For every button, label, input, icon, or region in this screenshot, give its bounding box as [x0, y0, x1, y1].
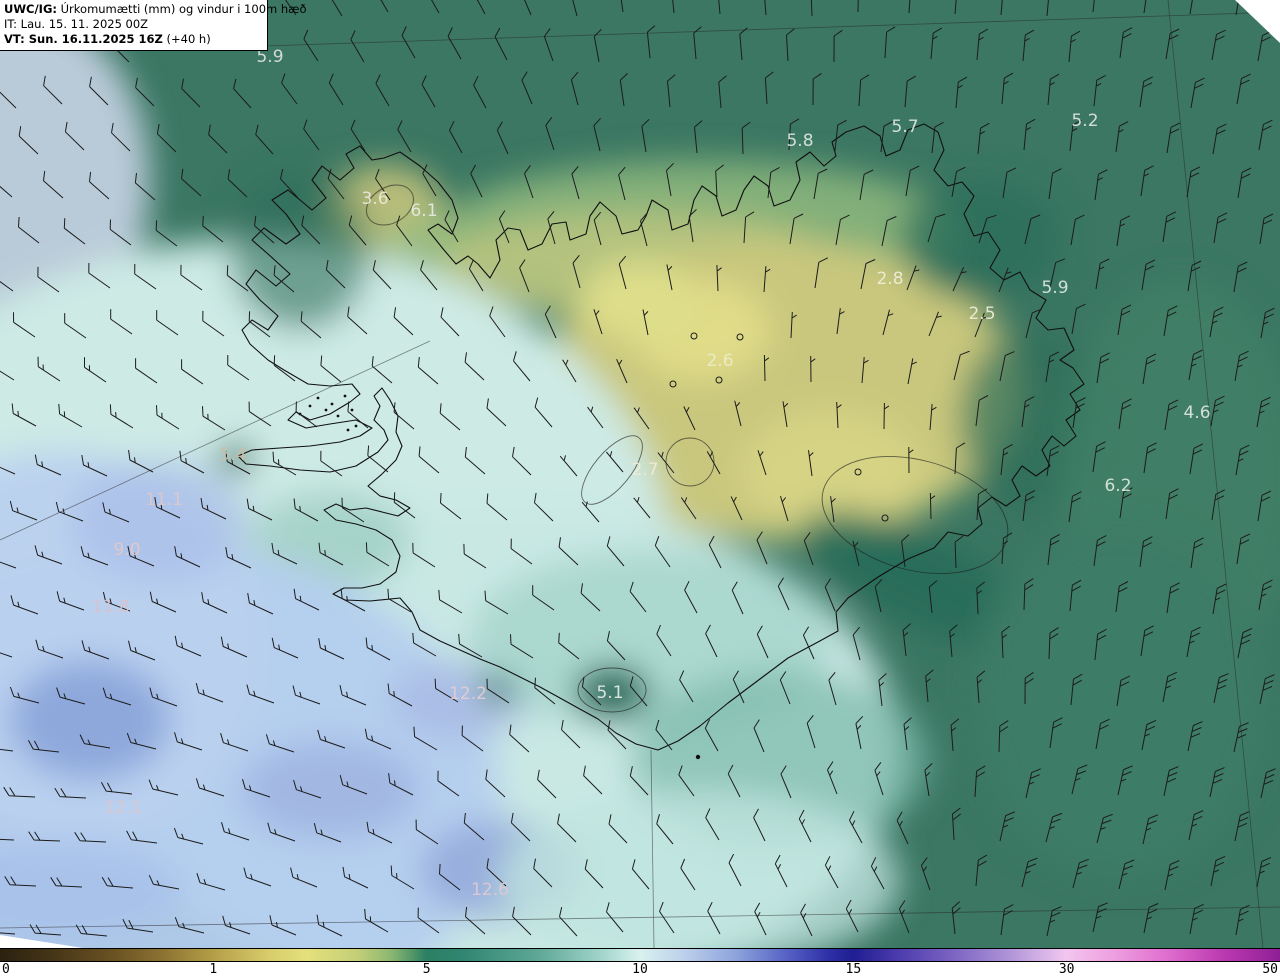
product-label: UWC/IG:: [4, 2, 57, 16]
precip-extremum-label: 6.1: [410, 201, 437, 221]
precip-extremum-label: 2.8: [876, 269, 903, 289]
colorbar-tick-label: 10: [632, 962, 648, 977]
colorbar-tick-label: 1: [209, 962, 218, 977]
colorbar-tick-label: 50: [1262, 962, 1278, 977]
precip-extremum-label: 5.7: [891, 117, 918, 137]
valid-offset: (+40 h): [162, 31, 211, 46]
colorbar-gradient: [0, 948, 1280, 962]
precip-extremum-label: 5.8: [786, 131, 813, 151]
init-time-line: IT: Lau. 15. 11. 2025 00Z: [4, 16, 149, 31]
precip-extremum-label: 5.9: [1041, 278, 1068, 298]
colorbar-tick-label: 30: [1058, 962, 1075, 977]
precipitation-colorbar: 0 1 5 10 15 30 50: [0, 948, 1280, 978]
map-area: 5.9 3.6 6.1 5.8 5.7 5.2 2.8 2.5 5.9 2.6 4.6 2.7 6.2 5…: [0, 0, 1280, 948]
colorbar-tick-label: 15: [845, 962, 862, 977]
precip-extremum-label: 5.1: [596, 683, 623, 703]
precipitation-field: 5.93.66.15.85.7 5.22.82.55.92.64.62.76.25…: [0, 0, 1280, 948]
colorbar-tick-labels: 0 1 5 10 15 30 50: [0, 962, 1280, 978]
weather-map-page: 5.9 3.6 6.1 5.8 5.7 5.2 2.8 2.5 5.9 2.6 4.6 2.7 6.2 5…: [0, 0, 1280, 978]
precip-extremum-label: 6.2: [1104, 476, 1131, 496]
colorbar-tick-label: 0: [2, 962, 10, 977]
precip-extremum-label: 12.6: [471, 880, 509, 900]
valid-time: VT: Sun. 16.11.2025 16Z: [4, 31, 163, 46]
precip-extremum-label: 5.2: [1071, 111, 1098, 131]
precip-extremum-label: 4.6: [1183, 403, 1210, 423]
precip-extremum-label: 2.5: [968, 304, 995, 324]
colorbar-tick-label: 5: [422, 962, 431, 977]
precip-extremum-label: 9.0: [113, 540, 140, 560]
precip-extremum-label: 11.8: [92, 597, 130, 617]
precip-extremum-label: 5.4: [219, 445, 246, 465]
precip-extremum-label: 2.7: [631, 460, 658, 480]
precip-extremum-label: 12.1: [104, 798, 142, 818]
weather-map: 5.93.66.15.85.7 5.22.82.55.92.64.62.76.25…: [0, 0, 1280, 948]
product-title: Úrkomumætti (mm) og vindur i 100m hæð: [56, 2, 307, 16]
precip-extremum-label: 12.2: [449, 684, 487, 704]
precip-extremum-label: 2.6: [706, 351, 733, 371]
precip-extremum-label: 3.6: [361, 189, 388, 209]
precip-extremum-label: 11.1: [145, 490, 183, 510]
product-info-box: UWC/IG: Úrkomumætti (mm) og vindur i 100…: [0, 0, 307, 51]
product-title-line: UWC/IG: Úrkomumætti (mm) og vindur i 100…: [4, 2, 307, 17]
valid-time-line: VT: Sun. 16.11.2025 16Z (+40 h): [4, 32, 262, 47]
